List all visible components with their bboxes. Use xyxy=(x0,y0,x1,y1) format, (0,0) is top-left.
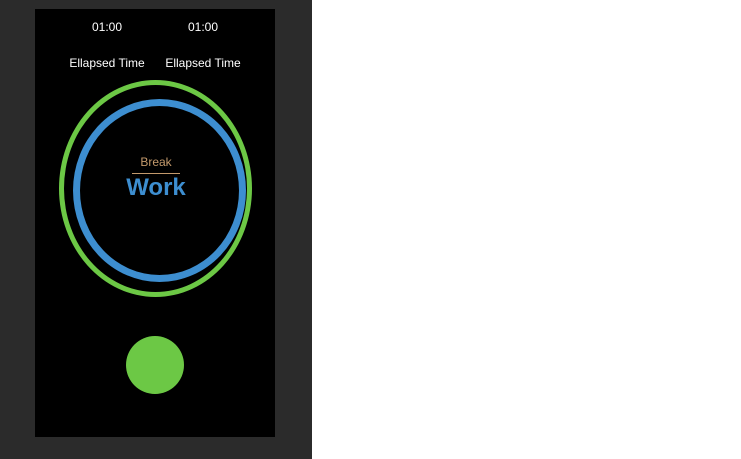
device-frame: 01:00 01:00 Ellapsed Time Ellapsed Time … xyxy=(0,0,312,459)
work-mode-label[interactable]: Work xyxy=(105,173,207,203)
right-timer-value: 01:00 xyxy=(187,20,219,34)
right-timer-label: Ellapsed Time xyxy=(165,56,241,70)
left-timer-label: Ellapsed Time xyxy=(69,56,145,70)
start-button[interactable] xyxy=(126,336,184,394)
left-timer-value: 01:00 xyxy=(91,20,123,34)
app-screen: 01:00 01:00 Ellapsed Time Ellapsed Time … xyxy=(35,9,275,437)
break-mode-label[interactable]: Break xyxy=(125,155,187,169)
